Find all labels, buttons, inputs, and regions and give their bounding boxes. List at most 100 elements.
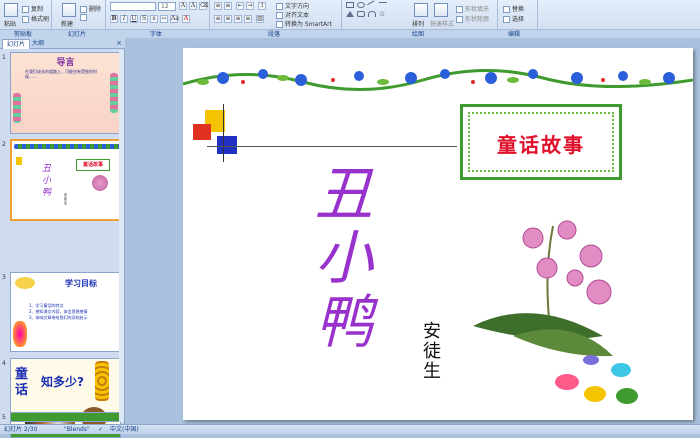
layout-button[interactable]	[80, 14, 89, 21]
orchid-flower-icon	[536, 257, 558, 279]
decrease-indent-button[interactable]: ⇤	[236, 2, 244, 10]
decor-shape	[16, 157, 22, 165]
arrange-icon[interactable]	[414, 3, 428, 17]
fish-icon	[616, 388, 638, 404]
decor-red-square	[193, 124, 211, 140]
format-painter-button[interactable]: 格式刷	[22, 14, 49, 23]
text-direction-button[interactable]: 文字方向	[276, 1, 309, 10]
title-badge[interactable]: 童话故事	[460, 104, 622, 180]
new-slide-button[interactable]: 新建	[61, 19, 73, 28]
spellcheck-icon[interactable]: ✓	[98, 425, 103, 434]
font-name-box[interactable]	[110, 2, 156, 11]
star-shape-icon[interactable]: ☆	[379, 11, 387, 18]
grow-font-button[interactable]: A	[179, 2, 187, 10]
shape-fill-button[interactable]: 形状填充	[456, 4, 489, 13]
font-size-box[interactable]: 12	[158, 2, 176, 11]
tab-outline[interactable]: 大纲	[28, 39, 48, 49]
orchid-flower-icon	[566, 269, 584, 287]
thumb-author: 安徒生	[64, 193, 68, 205]
curve-shape-icon[interactable]	[368, 11, 376, 17]
align-left-button[interactable]: ≡	[214, 15, 222, 23]
justify-button[interactable]: ≡	[244, 15, 252, 23]
triangle-shape-icon[interactable]	[346, 11, 354, 17]
leaf-icon	[197, 79, 209, 85]
orchid-icon	[92, 175, 108, 191]
slide-thumbnail-3[interactable]: 学习目标 1、学习童话的特点 2、感知课文内容，体会思想感情 3、体味文章带给我…	[10, 272, 121, 352]
slide-title[interactable]: 丑 小 鸭	[315, 162, 385, 354]
line-spacing-button[interactable]: ↕	[258, 2, 266, 10]
replace-button[interactable]: 替换	[503, 4, 524, 13]
change-case-button[interactable]: Aa	[170, 15, 179, 23]
align-center-button[interactable]: ≡	[224, 15, 232, 23]
columns-button[interactable]: ▥	[256, 15, 264, 23]
underline-button[interactable]: U	[130, 15, 138, 23]
paste-icon[interactable]	[4, 3, 18, 17]
bullets-button[interactable]: ≡	[214, 2, 222, 10]
slide-author[interactable]: 安 徒 生	[423, 322, 445, 382]
decor-horizontal-line	[207, 146, 457, 147]
leaf-icon	[639, 79, 651, 85]
shapes-gallery[interactable]: ☆	[346, 0, 406, 26]
replace-icon	[503, 6, 510, 13]
tab-slides[interactable]: 幻灯片	[2, 39, 31, 49]
blue-flower-icon	[485, 72, 497, 84]
blue-flower-icon	[295, 74, 307, 86]
quick-styles-button[interactable]: 快速样式	[430, 19, 454, 28]
slide-thumbnail-1[interactable]: 导言 在我们成长的道路上，可能也有受挫的时候……	[10, 52, 121, 134]
ribbon-group-labels: 剪贴板 幻灯片 字体 段落 绘图 编辑	[0, 29, 700, 38]
current-slide[interactable]: 童话故事 丑 小 鸭 安 徒 生	[183, 48, 693, 420]
orchid-flower-icon	[586, 279, 612, 305]
rounded-rect-shape-icon[interactable]	[357, 11, 365, 17]
thumb-body-text: 在我们成长的道路上，可能也有受挫的时候……	[25, 69, 97, 79]
thumb-number: 2	[2, 141, 6, 148]
orchid-flower-icon	[579, 244, 603, 268]
layout-icon	[80, 14, 87, 21]
strikethrough-button[interactable]: S	[140, 15, 148, 23]
line-shape-icon[interactable]	[367, 0, 377, 10]
paste-button[interactable]: 粘贴	[4, 19, 16, 28]
language-status[interactable]: 中文(中国)	[110, 425, 139, 434]
thumb-number: 4	[2, 360, 6, 367]
arrow-shape-icon[interactable]	[379, 2, 387, 8]
author-char: 生	[423, 361, 441, 382]
italic-button[interactable]: I	[120, 15, 128, 23]
decor-blue-square	[217, 136, 237, 154]
numbering-button[interactable]: ≡	[224, 2, 232, 10]
shape-outline-button[interactable]: 形状轮廓	[456, 14, 489, 23]
align-text-button[interactable]: 对齐文本	[276, 10, 309, 19]
smartart-button[interactable]: 转换为 SmartArt	[276, 19, 332, 28]
shape-fill-icon	[456, 6, 463, 13]
select-button[interactable]: 选择	[503, 14, 524, 23]
rectangle-shape-icon[interactable]	[346, 2, 354, 8]
char-spacing-button[interactable]: ↔	[160, 15, 168, 23]
blue-flower-icon	[528, 69, 538, 79]
decor-star-icon	[15, 277, 35, 289]
thumb-number: 1	[2, 54, 6, 61]
clear-format-button[interactable]: ⌫	[199, 2, 208, 10]
align-text-icon	[276, 12, 283, 19]
delete-slide-button[interactable]: 删除	[80, 4, 101, 13]
blue-flower-icon	[663, 72, 675, 84]
red-berry-icon	[471, 80, 475, 84]
oval-shape-icon[interactable]	[357, 2, 365, 8]
arrange-button[interactable]: 排列	[412, 19, 424, 28]
decor-flower-icon	[13, 93, 21, 123]
new-slide-icon[interactable]	[62, 3, 76, 17]
fish-icon	[584, 386, 606, 402]
copy-button[interactable]: 复制	[22, 4, 43, 13]
shadow-button[interactable]: s	[150, 15, 158, 23]
bold-button[interactable]: B	[110, 15, 118, 23]
fish-icon	[583, 355, 599, 365]
increase-indent-button[interactable]: ⇥	[246, 2, 254, 10]
orchid-image[interactable]	[473, 216, 643, 376]
slide-thumbnail-2[interactable]: 童话故事 丑小鸭 安徒生	[10, 139, 121, 221]
font-color-button[interactable]: A	[182, 15, 190, 23]
ribbon: 粘贴 复制 格式刷 新建 删除 12 A A ⌫ B I U S s ↔ Aa …	[0, 0, 700, 38]
slide-thumbnail-5[interactable]	[10, 412, 121, 422]
quick-styles-icon[interactable]	[434, 3, 448, 17]
close-panel-icon[interactable]: ×	[116, 39, 122, 47]
flower-garland	[183, 69, 693, 91]
shrink-font-button[interactable]: A	[189, 2, 197, 10]
panel-scrollbar[interactable]	[119, 50, 124, 422]
align-right-button[interactable]: ≡	[234, 15, 242, 23]
